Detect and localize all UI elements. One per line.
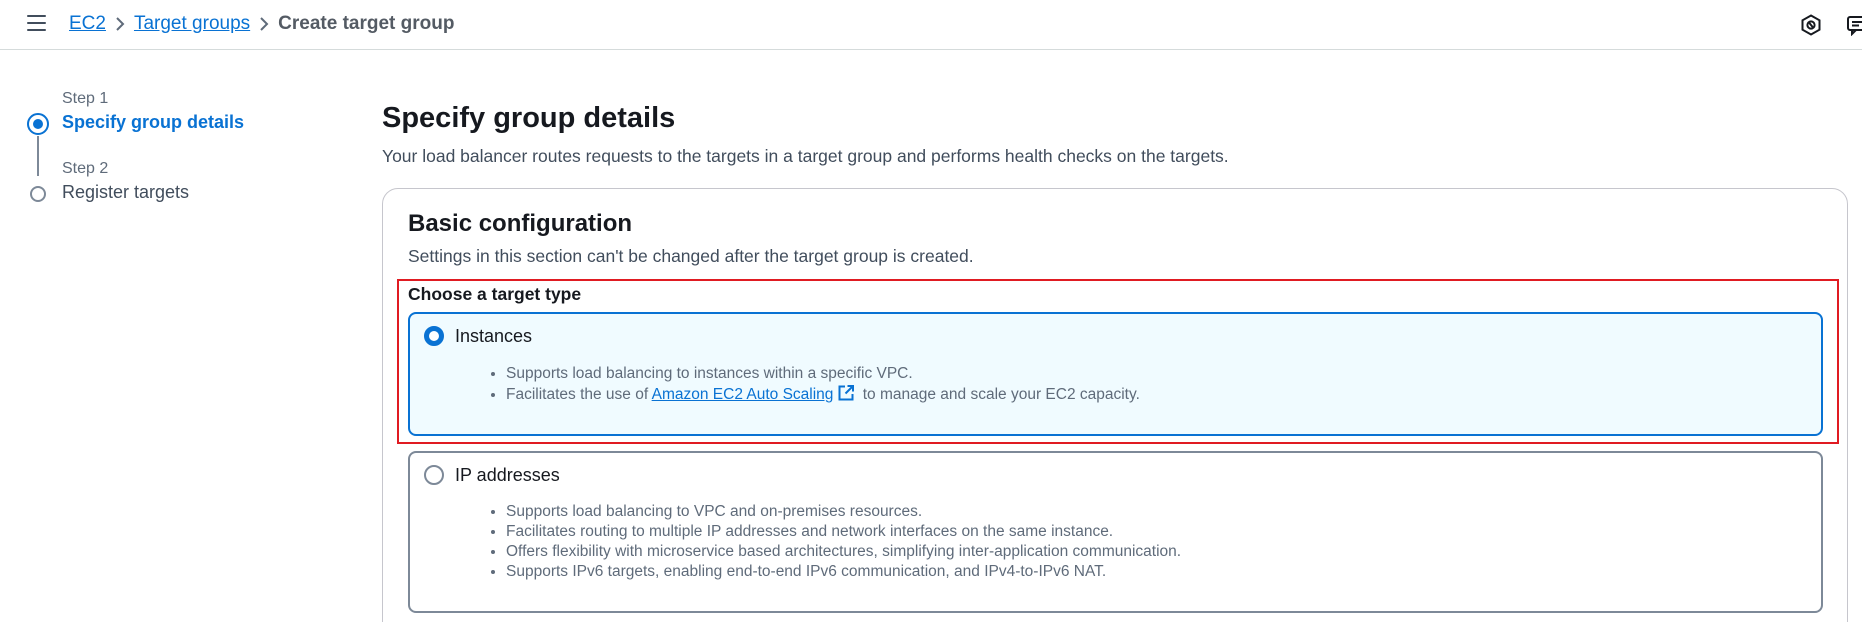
instances-label: Instances [455,326,533,346]
target-type-label: Choose a target type [408,284,582,304]
list-item: Offers flexibility with microservice bas… [506,542,1181,562]
step-2-indicator-icon [30,186,46,202]
breadcrumb-ec2-link[interactable]: EC2 [69,13,106,35]
instances-radio[interactable] [424,326,444,346]
list-item: Supports load balancing to VPC and on-pr… [506,502,1181,522]
basic-configuration-description: Settings in this section can't be change… [408,246,974,266]
external-link-icon[interactable] [837,384,855,408]
target-type-ip-addresses-tile[interactable]: IP addresses Supports load balancing to … [408,451,1823,613]
chevron-right-icon [106,13,134,35]
target-type-instances-tile[interactable]: Instances Supports load balancing to ins… [408,312,1823,436]
step-1-caption: Step 1 [62,90,109,107]
step-1: Step 1 Specify group details [62,90,244,133]
breadcrumb: EC2 Target groups Create target group [69,13,454,35]
bullet-text: to manage and scale your EC2 capacity. [862,386,1140,403]
step-2-caption: Step 2 [62,160,109,177]
step-connector [37,136,39,176]
basic-configuration-title: Basic configuration [408,210,633,237]
bullet-text: Facilitates the use of [506,386,649,403]
list-item: Supports IPv6 targets, enabling end-to-e… [506,562,1181,582]
list-item: Facilitates routing to multiple IP addre… [506,522,1181,542]
settings-hex-icon[interactable] [1800,14,1822,36]
step-2-title: Register targets [62,182,190,202]
top-navigation-bar: EC2 Target groups Create target group [0,0,1862,50]
list-item: Supports load balancing to instances wit… [506,364,1140,384]
breadcrumb-current: Create target group [278,13,455,34]
page-description: Your load balancer routes requests to th… [382,146,1229,166]
ip-addresses-label: IP addresses [455,465,560,485]
breadcrumb-target-groups-link[interactable]: Target groups [134,13,250,35]
ip-addresses-bullets: Supports load balancing to VPC and on-pr… [506,502,1181,582]
feedback-icon[interactable] [1846,14,1862,36]
ip-addresses-radio[interactable] [424,465,444,485]
step-1-title[interactable]: Specify group details [62,112,244,133]
list-item: Facilitates the use of Amazon EC2 Auto S… [506,384,1140,408]
step-2: Step 2 Register targets [62,160,189,203]
chevron-right-icon [250,13,278,35]
ec2-auto-scaling-link[interactable]: Amazon EC2 Auto Scaling [652,386,834,403]
step-1-indicator-icon [27,113,49,135]
hamburger-menu-icon[interactable] [27,15,46,31]
page-title: Specify group details [382,102,676,134]
instances-bullets: Supports load balancing to instances wit… [506,364,1140,408]
